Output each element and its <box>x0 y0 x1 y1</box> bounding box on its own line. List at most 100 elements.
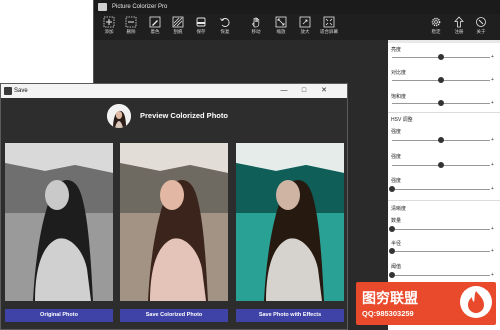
dialog-header: Preview Colorized Photo <box>1 98 347 131</box>
hsv-strength-3-label: 强度 <box>391 178 402 184</box>
scratch-button[interactable]: 刮痕 <box>167 16 189 40</box>
zoom-in-button[interactable]: 放大 <box>294 16 316 40</box>
panel-divider <box>388 112 500 113</box>
about-button[interactable]: 关于 <box>470 16 492 40</box>
minimize-icon[interactable]: — <box>275 84 293 98</box>
sharpen-section-title: 清晰度 <box>391 206 407 212</box>
amount-slider[interactable] <box>389 226 490 232</box>
add-icon <box>103 16 115 28</box>
watermark-text: 图穷联盟 <box>362 290 418 306</box>
colorize-label: 着色 <box>150 29 160 34</box>
contrast-plus-icon[interactable]: + <box>491 77 494 83</box>
original-photo-button[interactable]: Original Photo <box>5 309 113 322</box>
amount-slider-knob[interactable] <box>389 226 395 232</box>
brightness-label: 亮度 <box>391 47 402 53</box>
saturation-label: 饱和度 <box>391 94 407 100</box>
amount-label: 数量 <box>391 218 402 224</box>
radius-plus-icon[interactable]: + <box>491 248 494 254</box>
colorized-photo-preview <box>120 143 228 301</box>
threshold-label: 阈值 <box>391 264 402 270</box>
scratch-label: 刮痕 <box>173 29 183 34</box>
move-button[interactable]: 移动 <box>245 16 267 40</box>
threshold-slider[interactable] <box>389 272 490 278</box>
remove-label: 删除 <box>126 29 136 34</box>
fit-screen-icon <box>323 16 335 28</box>
maximize-icon[interactable]: □ <box>295 84 313 98</box>
hsv-strength-3-knob[interactable] <box>389 186 395 192</box>
upload-arrow-icon <box>454 16 464 28</box>
saturation-slider[interactable] <box>392 100 490 106</box>
save-photo-with-effects-button[interactable]: Save Photo with Effects <box>236 309 344 322</box>
contrast-label: 对比度 <box>391 70 407 76</box>
about-icon <box>476 17 486 27</box>
save-colorized-photo-button[interactable]: Save Colorized Photo <box>120 309 228 322</box>
hsv-strength-2-slider[interactable] <box>392 162 490 168</box>
zoom-fit-label: 缩放 <box>276 29 286 34</box>
stabilize-button[interactable]: 稳定 <box>425 16 447 40</box>
main-toolbar: 添加 删除 着色 刮痕 保存 恢复 移动 缩放 放大 适合屏幕 稳定 注册 关于 <box>94 14 500 40</box>
move-label: 移动 <box>251 29 261 34</box>
zoom-fit-icon <box>275 16 287 28</box>
save-icon <box>196 17 206 27</box>
zoom-in-label: 放大 <box>300 29 310 34</box>
colorize-button[interactable]: 着色 <box>144 16 166 40</box>
hsv-strength-1-label: 强度 <box>391 129 402 135</box>
scratch-icon <box>172 16 184 28</box>
radius-slider[interactable] <box>389 248 490 254</box>
contrast-slider-knob[interactable] <box>438 77 444 83</box>
hsv-strength-1-plus-icon[interactable]: + <box>491 137 494 143</box>
dialog-logo-icon <box>4 87 12 95</box>
save-label: 保存 <box>196 29 206 34</box>
hand-move-icon <box>252 17 260 28</box>
hsv-strength-1-knob[interactable] <box>438 137 444 143</box>
hsv-strength-2-knob[interactable] <box>438 162 444 168</box>
add-button[interactable]: 添加 <box>98 16 120 40</box>
hsv-strength-2-label: 强度 <box>391 154 402 160</box>
panel-divider <box>388 200 500 201</box>
dialog-title: Save <box>14 88 28 94</box>
register-button[interactable]: 注册 <box>448 16 470 40</box>
panel-header <box>388 40 500 43</box>
hsv-section-title: HSV 调整 <box>391 117 413 123</box>
dialog-heading: Preview Colorized Photo <box>140 111 228 120</box>
contrast-slider[interactable] <box>392 77 490 83</box>
effects-photo-preview <box>236 143 344 301</box>
app-title: Picture Colorizer Pro <box>112 4 168 10</box>
zoom-in-icon <box>299 16 311 28</box>
avatar <box>107 104 131 128</box>
brightness-plus-icon[interactable]: + <box>491 54 494 60</box>
save-button[interactable]: 保存 <box>190 16 212 40</box>
threshold-slider-knob[interactable] <box>389 272 395 278</box>
saturation-slider-knob[interactable] <box>438 100 444 106</box>
remove-icon <box>125 16 137 28</box>
undo-label: 恢复 <box>220 29 230 34</box>
fit-screen-button[interactable]: 适合屏幕 <box>318 16 340 40</box>
original-photo-image <box>5 143 113 301</box>
dialog-titlebar: Save — □ ✕ <box>1 84 347 98</box>
hsv-strength-1-slider[interactable] <box>392 137 490 143</box>
watermark-qq: QQ:985303259 <box>362 309 414 318</box>
hsv-strength-2-plus-icon[interactable]: + <box>491 162 494 168</box>
effects-photo-image <box>236 143 344 301</box>
app-logo-icon <box>98 3 107 11</box>
radius-slider-knob[interactable] <box>389 248 395 254</box>
add-label: 添加 <box>104 29 114 34</box>
hsv-strength-3-slider[interactable] <box>389 186 490 192</box>
stabilize-label: 稳定 <box>431 29 441 34</box>
amount-plus-icon[interactable]: + <box>491 226 494 232</box>
remove-button[interactable]: 删除 <box>120 16 142 40</box>
register-label: 注册 <box>454 29 464 34</box>
brightness-slider[interactable] <box>392 54 490 60</box>
undo-button[interactable]: 恢复 <box>214 16 236 40</box>
original-photo-preview <box>5 143 113 301</box>
saturation-plus-icon[interactable]: + <box>491 100 494 106</box>
close-icon[interactable]: ✕ <box>315 84 333 98</box>
brightness-slider-knob[interactable] <box>438 54 444 60</box>
colorize-icon <box>149 16 161 28</box>
zoom-fit-button[interactable]: 缩放 <box>270 16 292 40</box>
radius-label: 半径 <box>391 241 402 247</box>
undo-icon <box>220 18 230 27</box>
hsv-strength-3-plus-icon[interactable]: + <box>491 186 494 192</box>
about-label: 关于 <box>476 29 486 34</box>
threshold-plus-icon[interactable]: + <box>491 272 494 278</box>
